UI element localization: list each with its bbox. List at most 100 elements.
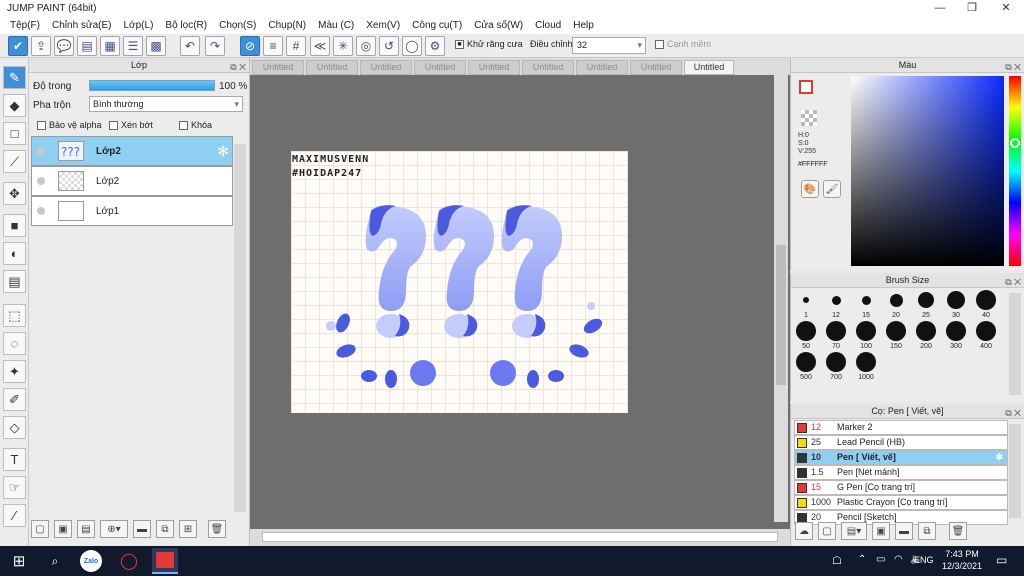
- menu-cloud[interactable]: Cloud: [529, 17, 567, 34]
- menu-select[interactable]: Chọn(S): [213, 17, 262, 34]
- brush-row[interactable]: 1.5 Pen [Nét mảnh]: [794, 465, 1008, 480]
- palette-icon[interactable]: 🎨: [801, 180, 819, 198]
- tab-untitled[interactable]: Untitled: [306, 60, 358, 75]
- text-icon[interactable]: T: [3, 448, 26, 471]
- menu-help[interactable]: Help: [567, 17, 600, 34]
- brush-row[interactable]: 1000 Plastic Crayon [Cọ trang trí]: [794, 495, 1008, 510]
- palette-add-icon[interactable]: 🖌: [823, 180, 841, 198]
- maximize-button[interactable]: ❐: [956, 0, 988, 17]
- close-button[interactable]: ✕: [990, 0, 1022, 17]
- notification-icon[interactable]: ▭: [996, 553, 1007, 567]
- new-raster-icon[interactable]: ▣: [54, 520, 72, 538]
- brush-settings-icon[interactable]: ▣: [872, 522, 890, 540]
- pen-icon[interactable]: ✎: [3, 66, 26, 89]
- soft-edge-checkbox[interactable]: Cạnh mềm: [655, 39, 711, 50]
- hue-handle[interactable]: [1010, 138, 1020, 148]
- brush-size-dot[interactable]: [889, 293, 903, 307]
- chevron-up-icon[interactable]: ⌃: [858, 554, 866, 565]
- layer-row[interactable]: Lớp1: [31, 196, 233, 226]
- folder-icon[interactable]: ▬: [133, 520, 151, 538]
- tab-untitled[interactable]: Untitled: [360, 60, 412, 75]
- brush-size-dot[interactable]: [796, 321, 816, 341]
- visibility-icon[interactable]: [37, 147, 45, 155]
- brush-size-dot[interactable]: [856, 352, 876, 372]
- blend-select[interactable]: Bình thường ▾: [89, 96, 243, 112]
- eraser-icon[interactable]: ◆: [3, 94, 26, 117]
- comment-icon[interactable]: ▤: [77, 36, 97, 56]
- battery-icon[interactable]: ▭: [876, 554, 885, 565]
- brush-size-dot[interactable]: [918, 292, 934, 308]
- menu-color[interactable]: Màu (C): [312, 17, 360, 34]
- grid-check-icon[interactable]: ▩: [146, 36, 166, 56]
- settings-ruler-icon[interactable]: ⚙: [425, 36, 445, 56]
- brush-row[interactable]: 25 Lead Pencil (HB): [794, 435, 1008, 450]
- gear-icon[interactable]: ✻: [217, 143, 229, 160]
- speech-bubble-icon[interactable]: 💬: [54, 36, 74, 56]
- trash-icon[interactable]: 🗑: [208, 520, 226, 538]
- protect-alpha-checkbox[interactable]: Bảo vệ alpha: [37, 120, 102, 131]
- perspective-ruler-icon[interactable]: ≪: [310, 36, 330, 56]
- float-panel-icon[interactable]: ⧉ ✕: [1005, 60, 1021, 75]
- bucket-icon[interactable]: ◐: [3, 242, 26, 265]
- jump-paint-taskbar-icon[interactable]: [152, 548, 178, 574]
- gradient-icon[interactable]: ▤: [3, 270, 26, 293]
- float-panel-icon[interactable]: ⧉ ✕: [1005, 406, 1021, 421]
- brush-size-dot[interactable]: [856, 321, 876, 341]
- clip-checkbox[interactable]: Xén bớt: [109, 120, 153, 131]
- minimize-button[interactable]: —: [924, 0, 956, 17]
- hue-slider[interactable]: [1009, 76, 1021, 266]
- parallel-ruler-icon[interactable]: ≡: [263, 36, 283, 56]
- brush-duplicate-icon[interactable]: ⧉: [918, 522, 936, 540]
- menu-layer[interactable]: Lớp(L): [118, 17, 160, 34]
- duplicate-layer-icon[interactable]: ⧉: [156, 520, 174, 538]
- canvas-vscrollbar[interactable]: [774, 75, 788, 522]
- new-layer-icon[interactable]: ▢: [31, 520, 49, 538]
- menu-file[interactable]: Tệp(F): [4, 17, 46, 34]
- brush-size-dot[interactable]: [831, 295, 841, 305]
- rectangle-icon[interactable]: □: [3, 122, 26, 145]
- magic-wand-icon[interactable]: ✦: [3, 360, 26, 383]
- brush-add-menu-icon[interactable]: ▤▾: [841, 522, 867, 540]
- curve-ruler-icon[interactable]: ↺: [379, 36, 399, 56]
- brush-list-scrollbar[interactable]: [1009, 424, 1021, 518]
- tab-untitled[interactable]: Untitled: [468, 60, 520, 75]
- zalo-icon[interactable]: Zalo: [80, 550, 102, 572]
- transparent-color-swatch[interactable]: [801, 110, 817, 126]
- brush-size-dot[interactable]: [826, 352, 846, 372]
- wifi-icon[interactable]: ◠: [894, 554, 903, 565]
- canvas-hscrollbar[interactable]: [250, 529, 790, 546]
- brush-size-dot[interactable]: [916, 321, 936, 341]
- hscroll-thumb[interactable]: [262, 532, 778, 542]
- brush-folder-icon[interactable]: ▬: [895, 522, 913, 540]
- layer-row[interactable]: Lớp2: [31, 166, 233, 196]
- float-panel-icon[interactable]: ⧉ ✕: [230, 60, 246, 75]
- radial-ruler-icon[interactable]: ✳: [333, 36, 353, 56]
- tab-untitled[interactable]: Untitled: [630, 60, 682, 75]
- brush-row[interactable]: 15 G Pen [Cọ trang trí]: [794, 480, 1008, 495]
- list-icon[interactable]: ☰: [123, 36, 143, 56]
- tab-untitled[interactable]: Untitled: [576, 60, 628, 75]
- brush-size-dot[interactable]: [826, 321, 846, 341]
- hand-icon[interactable]: ☞: [3, 476, 26, 499]
- adjust-select[interactable]: 32 ▾: [572, 37, 646, 54]
- lasso-icon[interactable]: ◌: [3, 332, 26, 355]
- menu-filter[interactable]: Bộ lọc(R): [159, 17, 213, 34]
- antialias-checkbox[interactable]: ■ Khử răng cưa: [455, 39, 523, 50]
- fill-rect-icon[interactable]: ■: [3, 214, 26, 237]
- visibility-icon[interactable]: [37, 177, 45, 185]
- eyedropper-icon[interactable]: ⁄: [3, 504, 26, 527]
- select-eraser-icon[interactable]: ◇: [3, 416, 26, 439]
- redo-icon[interactable]: ↷: [205, 36, 225, 56]
- trash-icon[interactable]: 🗑: [949, 522, 967, 540]
- menu-tools[interactable]: Công cụ(T): [406, 17, 468, 34]
- float-panel-icon[interactable]: ⧉ ✕: [1005, 275, 1021, 290]
- rect-select-icon[interactable]: ⬚: [3, 304, 26, 327]
- lock-checkbox[interactable]: Khóa: [179, 120, 212, 131]
- brush-size-dot[interactable]: [886, 321, 906, 341]
- tab-untitled[interactable]: Untitled: [252, 60, 304, 75]
- line-icon[interactable]: ⟋: [3, 150, 26, 173]
- brush-size-dot[interactable]: [976, 321, 996, 341]
- grid-ruler-icon[interactable]: #: [286, 36, 306, 56]
- check-icon[interactable]: ✔: [8, 36, 28, 56]
- brush-size-dot[interactable]: [803, 297, 809, 303]
